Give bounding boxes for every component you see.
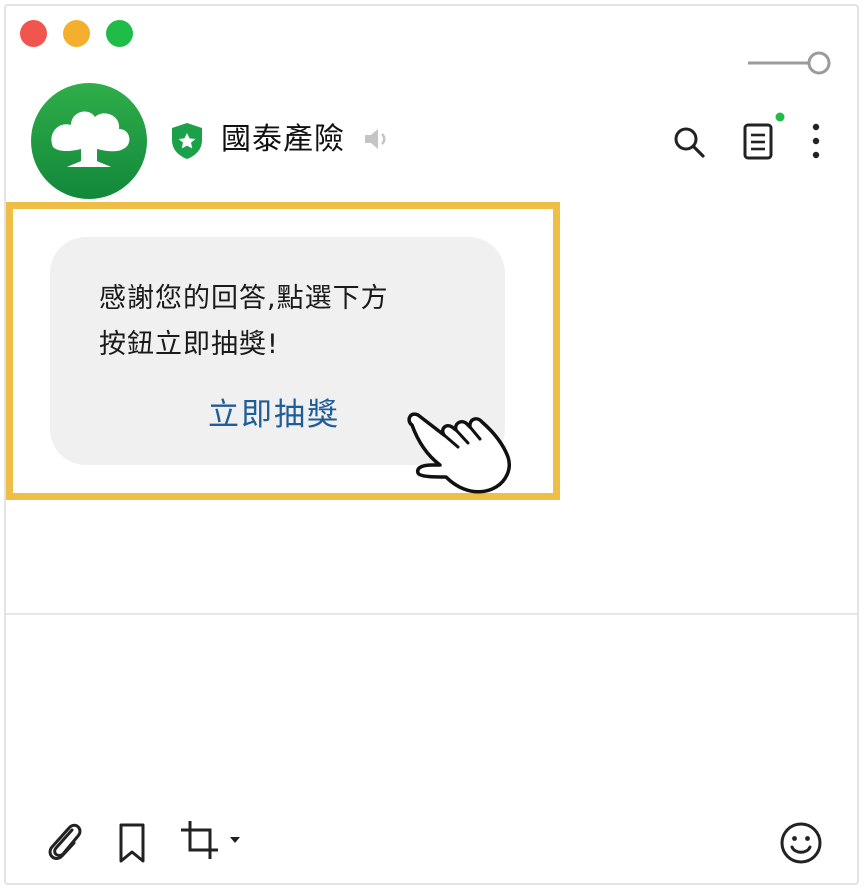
- notification-dot: [775, 112, 785, 122]
- message-line-1: 感謝您的回答,點選下方: [99, 283, 389, 314]
- account-avatar[interactable]: [31, 83, 147, 199]
- chat-title: 國泰產險: [221, 122, 345, 157]
- draw-now-button[interactable]: 立即抽獎: [208, 393, 340, 437]
- close-window-button[interactable]: [20, 20, 47, 47]
- notes-icon[interactable]: [740, 112, 786, 162]
- chat-window: 國泰產險 感謝您的回答,點選下方 按鈕立即抽獎! 立即抽獎: [4, 4, 859, 885]
- window-opacity-slider[interactable]: [746, 48, 832, 78]
- composer-divider: [6, 613, 857, 615]
- mute-icon: [365, 129, 386, 149]
- bookmark-icon[interactable]: [112, 821, 152, 865]
- crop-options-caret-icon[interactable]: [228, 834, 242, 846]
- more-options-icon[interactable]: [806, 121, 826, 161]
- minimize-window-button[interactable]: [63, 20, 90, 47]
- paperclip-icon[interactable]: [42, 818, 86, 862]
- zoom-window-button[interactable]: [106, 20, 133, 47]
- crop-icon[interactable]: [178, 818, 222, 862]
- search-icon[interactable]: [671, 124, 707, 160]
- message-line-2: 按鈕立即抽獎!: [99, 329, 279, 360]
- emoji-icon[interactable]: [779, 821, 823, 865]
- official-account-shield-icon: [172, 123, 202, 159]
- pointing-hand-icon: [407, 412, 511, 494]
